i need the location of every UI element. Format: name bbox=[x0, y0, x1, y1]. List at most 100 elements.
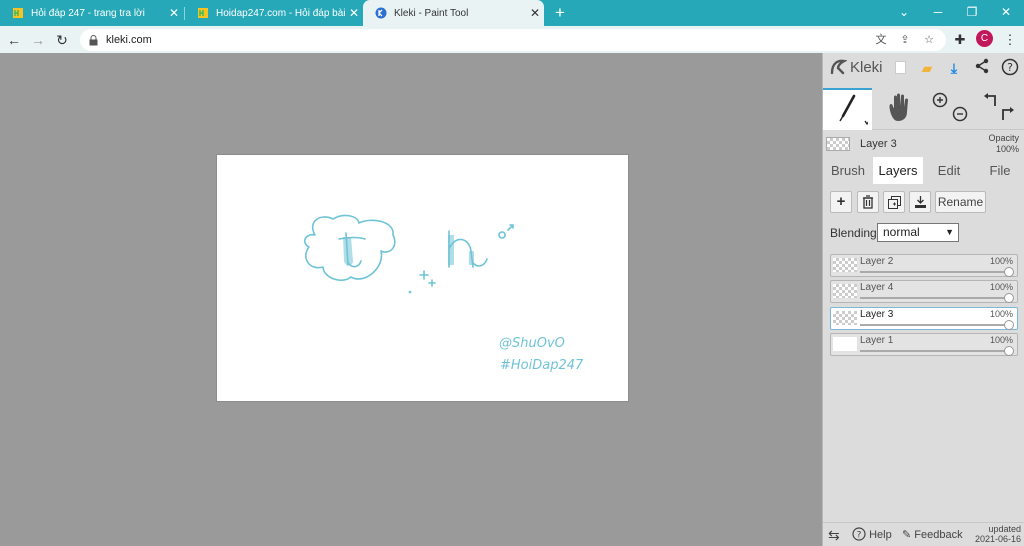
reload-button[interactable]: ↻ bbox=[52, 30, 72, 50]
layer-thumbnail bbox=[833, 284, 857, 298]
plus-icon: + bbox=[836, 193, 846, 210]
signature-text: @ShuOvO bbox=[499, 336, 565, 351]
help-icon[interactable]: ? bbox=[1000, 58, 1020, 78]
profile-avatar[interactable]: C bbox=[976, 30, 993, 47]
layer-name: Layer 3 bbox=[860, 309, 894, 320]
add-layer-button[interactable]: + bbox=[830, 191, 852, 213]
merge-layer-button[interactable] bbox=[909, 191, 931, 213]
layer-opacity-slider[interactable] bbox=[860, 350, 1009, 352]
lock-icon bbox=[89, 34, 98, 45]
layers-tab-content: + Rename Blending normal ▼ Layer 2 100% … bbox=[823, 184, 1024, 356]
new-tab-button[interactable]: + bbox=[552, 4, 568, 22]
tab-title: Kleki - Paint Tool bbox=[394, 7, 469, 19]
zoom-in-out-icon bbox=[932, 92, 968, 122]
brush-tool-icon bbox=[838, 94, 870, 126]
browser-tab[interactable]: Hỏi đáp 247 - trang tra lời ✕ bbox=[0, 0, 183, 26]
open-folder-icon[interactable]: ▰ bbox=[917, 58, 937, 78]
tab-close-button[interactable]: ✕ bbox=[345, 6, 363, 20]
layer-opacity-slider[interactable] bbox=[860, 271, 1009, 273]
blending-value: normal bbox=[883, 225, 920, 239]
svg-text:?: ? bbox=[1007, 61, 1013, 74]
layer-name: Layer 2 bbox=[860, 256, 894, 267]
hashtag-text: #HoiDap247 bbox=[500, 358, 584, 373]
close-window-button[interactable]: ✕ bbox=[995, 3, 1017, 21]
restore-button[interactable]: ❐ bbox=[961, 3, 983, 21]
tab-search-button[interactable]: ⌄ bbox=[893, 3, 915, 21]
layer-thumbnail bbox=[833, 258, 857, 272]
swap-side-icon[interactable]: ⇆ bbox=[828, 523, 840, 546]
browser-tab-strip: Hỏi đáp 247 - trang tra lời ✕ Hoidap247.… bbox=[0, 0, 1024, 26]
merge-down-icon bbox=[914, 196, 926, 208]
layer-thumbnail bbox=[833, 311, 857, 325]
panel-footer: ⇆ ? Help ✎ Feedback updated 2021-06-16 bbox=[823, 522, 1024, 546]
layer-opacity: 100% bbox=[989, 256, 1013, 266]
panel-tabs: Brush Layers Edit File bbox=[823, 157, 1024, 184]
extensions-puzzle-icon[interactable]: ✚ bbox=[950, 30, 970, 50]
layer-thumbnail bbox=[833, 337, 857, 351]
layer-item-selected[interactable]: Layer 3 100% bbox=[830, 307, 1018, 330]
feedback-link[interactable]: ✎ Feedback bbox=[902, 523, 963, 546]
download-icon[interactable]: ⤓ bbox=[944, 58, 964, 78]
hoidap-favicon-icon bbox=[198, 8, 208, 18]
layer-opacity-slider[interactable] bbox=[860, 324, 1009, 326]
opacity-readout: Opacity 100% bbox=[988, 133, 1019, 155]
browser-tab[interactable]: Hoidap247.com - Hỏi đáp bài tập ✕ bbox=[185, 0, 363, 26]
blending-label: Blending bbox=[830, 226, 877, 240]
rename-layer-button[interactable]: Rename bbox=[935, 191, 986, 213]
brush-tool-button[interactable] bbox=[823, 88, 872, 130]
layer-opacity-handle[interactable] bbox=[1004, 293, 1014, 303]
kleki-side-panel: Kleki ▰ ⤓ ? Layer 3 Opacity 100% Brush L… bbox=[822, 53, 1024, 546]
tab-close-button[interactable]: ✕ bbox=[526, 6, 544, 20]
share-page-icon[interactable]: ⇪ bbox=[896, 31, 914, 49]
share-nodes-icon bbox=[975, 58, 989, 74]
undo-redo-buttons[interactable] bbox=[977, 88, 1023, 130]
translate-icon[interactable]: 文 bbox=[872, 31, 890, 49]
canvas-area[interactable]: @ShuOvO #HoiDap247 bbox=[0, 53, 822, 546]
bookmark-star-icon[interactable]: ☆ bbox=[920, 31, 938, 49]
minimize-button[interactable]: ─ bbox=[927, 3, 949, 21]
tab-title: Hỏi đáp 247 - trang tra lời bbox=[31, 7, 145, 19]
layer-opacity-handle[interactable] bbox=[1004, 346, 1014, 356]
forward-arrow-icon: → bbox=[31, 32, 45, 48]
chevron-down-icon: ▼ bbox=[945, 227, 954, 237]
updated-info: updated 2021-06-16 bbox=[975, 524, 1021, 544]
help-label: Help bbox=[869, 529, 892, 541]
browser-tab-active[interactable]: Kleki - Paint Tool ✕ bbox=[363, 0, 544, 26]
updated-label: updated bbox=[988, 524, 1021, 534]
delete-layer-button[interactable] bbox=[857, 191, 879, 213]
layer-item[interactable]: Layer 4 100% bbox=[830, 280, 1018, 303]
logo-text: Kleki bbox=[850, 58, 883, 76]
help-link[interactable]: ? Help bbox=[852, 523, 892, 546]
tab-title: Hoidap247.com - Hỏi đáp bài tập bbox=[216, 7, 345, 19]
layer-opacity-handle[interactable] bbox=[1004, 320, 1014, 330]
opacity-value: 100% bbox=[995, 144, 1019, 154]
drawing-canvas[interactable]: @ShuOvO #HoiDap247 bbox=[216, 154, 629, 402]
address-bar[interactable]: kleki.com 文 ⇪ ☆ bbox=[80, 29, 946, 51]
hand-tool-button[interactable] bbox=[877, 88, 921, 130]
updated-date: 2021-06-16 bbox=[974, 534, 1021, 544]
duplicate-icon bbox=[887, 196, 901, 209]
feedback-label: Feedback bbox=[914, 529, 963, 541]
share-icon[interactable] bbox=[972, 58, 992, 78]
forward-button[interactable]: → bbox=[28, 30, 48, 50]
layer-item[interactable]: Layer 2 100% bbox=[830, 254, 1018, 277]
layer-name: Layer 1 bbox=[860, 335, 894, 346]
tab-layers[interactable]: Layers bbox=[873, 157, 923, 184]
blending-mode-select[interactable]: normal ▼ bbox=[877, 223, 959, 242]
kleki-favicon-icon bbox=[375, 7, 387, 19]
layer-opacity-handle[interactable] bbox=[1004, 267, 1014, 277]
layer-opacity-slider[interactable] bbox=[860, 297, 1009, 299]
tool-row bbox=[823, 88, 1024, 130]
tab-brush[interactable]: Brush bbox=[823, 157, 873, 184]
back-button[interactable]: ← bbox=[4, 30, 24, 50]
browser-menu-icon[interactable]: ⋮ bbox=[1000, 30, 1020, 50]
layer-item[interactable]: Layer 1 100% bbox=[830, 333, 1018, 356]
new-image-icon[interactable] bbox=[890, 58, 910, 78]
duplicate-layer-button[interactable] bbox=[883, 191, 905, 213]
tab-edit[interactable]: Edit bbox=[923, 157, 975, 184]
zoom-buttons[interactable] bbox=[927, 88, 971, 130]
tab-close-button[interactable]: ✕ bbox=[165, 6, 183, 20]
tab-file[interactable]: File bbox=[975, 157, 1024, 184]
kleki-logo: Kleki bbox=[829, 58, 883, 76]
opacity-label: Opacity bbox=[988, 133, 1019, 143]
